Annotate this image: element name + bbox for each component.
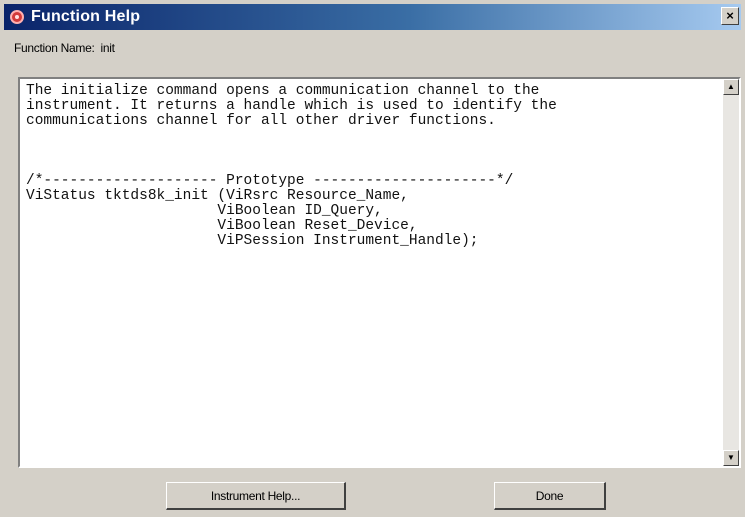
instrument-help-button[interactable]: Instrument Help...	[166, 482, 346, 510]
window-title: Function Help	[31, 8, 141, 25]
vertical-scrollbar[interactable]: ▲ ▼	[723, 79, 739, 466]
close-button[interactable]: ×	[721, 7, 739, 25]
done-button[interactable]: Done	[494, 482, 606, 510]
title-bar[interactable]: Function Help ×	[4, 4, 741, 30]
help-text: The initialize command opens a communica…	[26, 83, 557, 249]
scroll-up-icon[interactable]: ▲	[723, 79, 739, 95]
function-name-value: init	[100, 41, 115, 55]
app-icon	[9, 9, 25, 25]
function-name-label: Function Name:	[14, 41, 95, 55]
scroll-down-icon[interactable]: ▼	[723, 450, 739, 466]
function-help-dialog: Function Help × Function Name: init The i…	[0, 0, 745, 517]
help-text-area[interactable]: The initialize command opens a communica…	[18, 77, 741, 468]
function-name-row: Function Name: init	[14, 41, 115, 55]
